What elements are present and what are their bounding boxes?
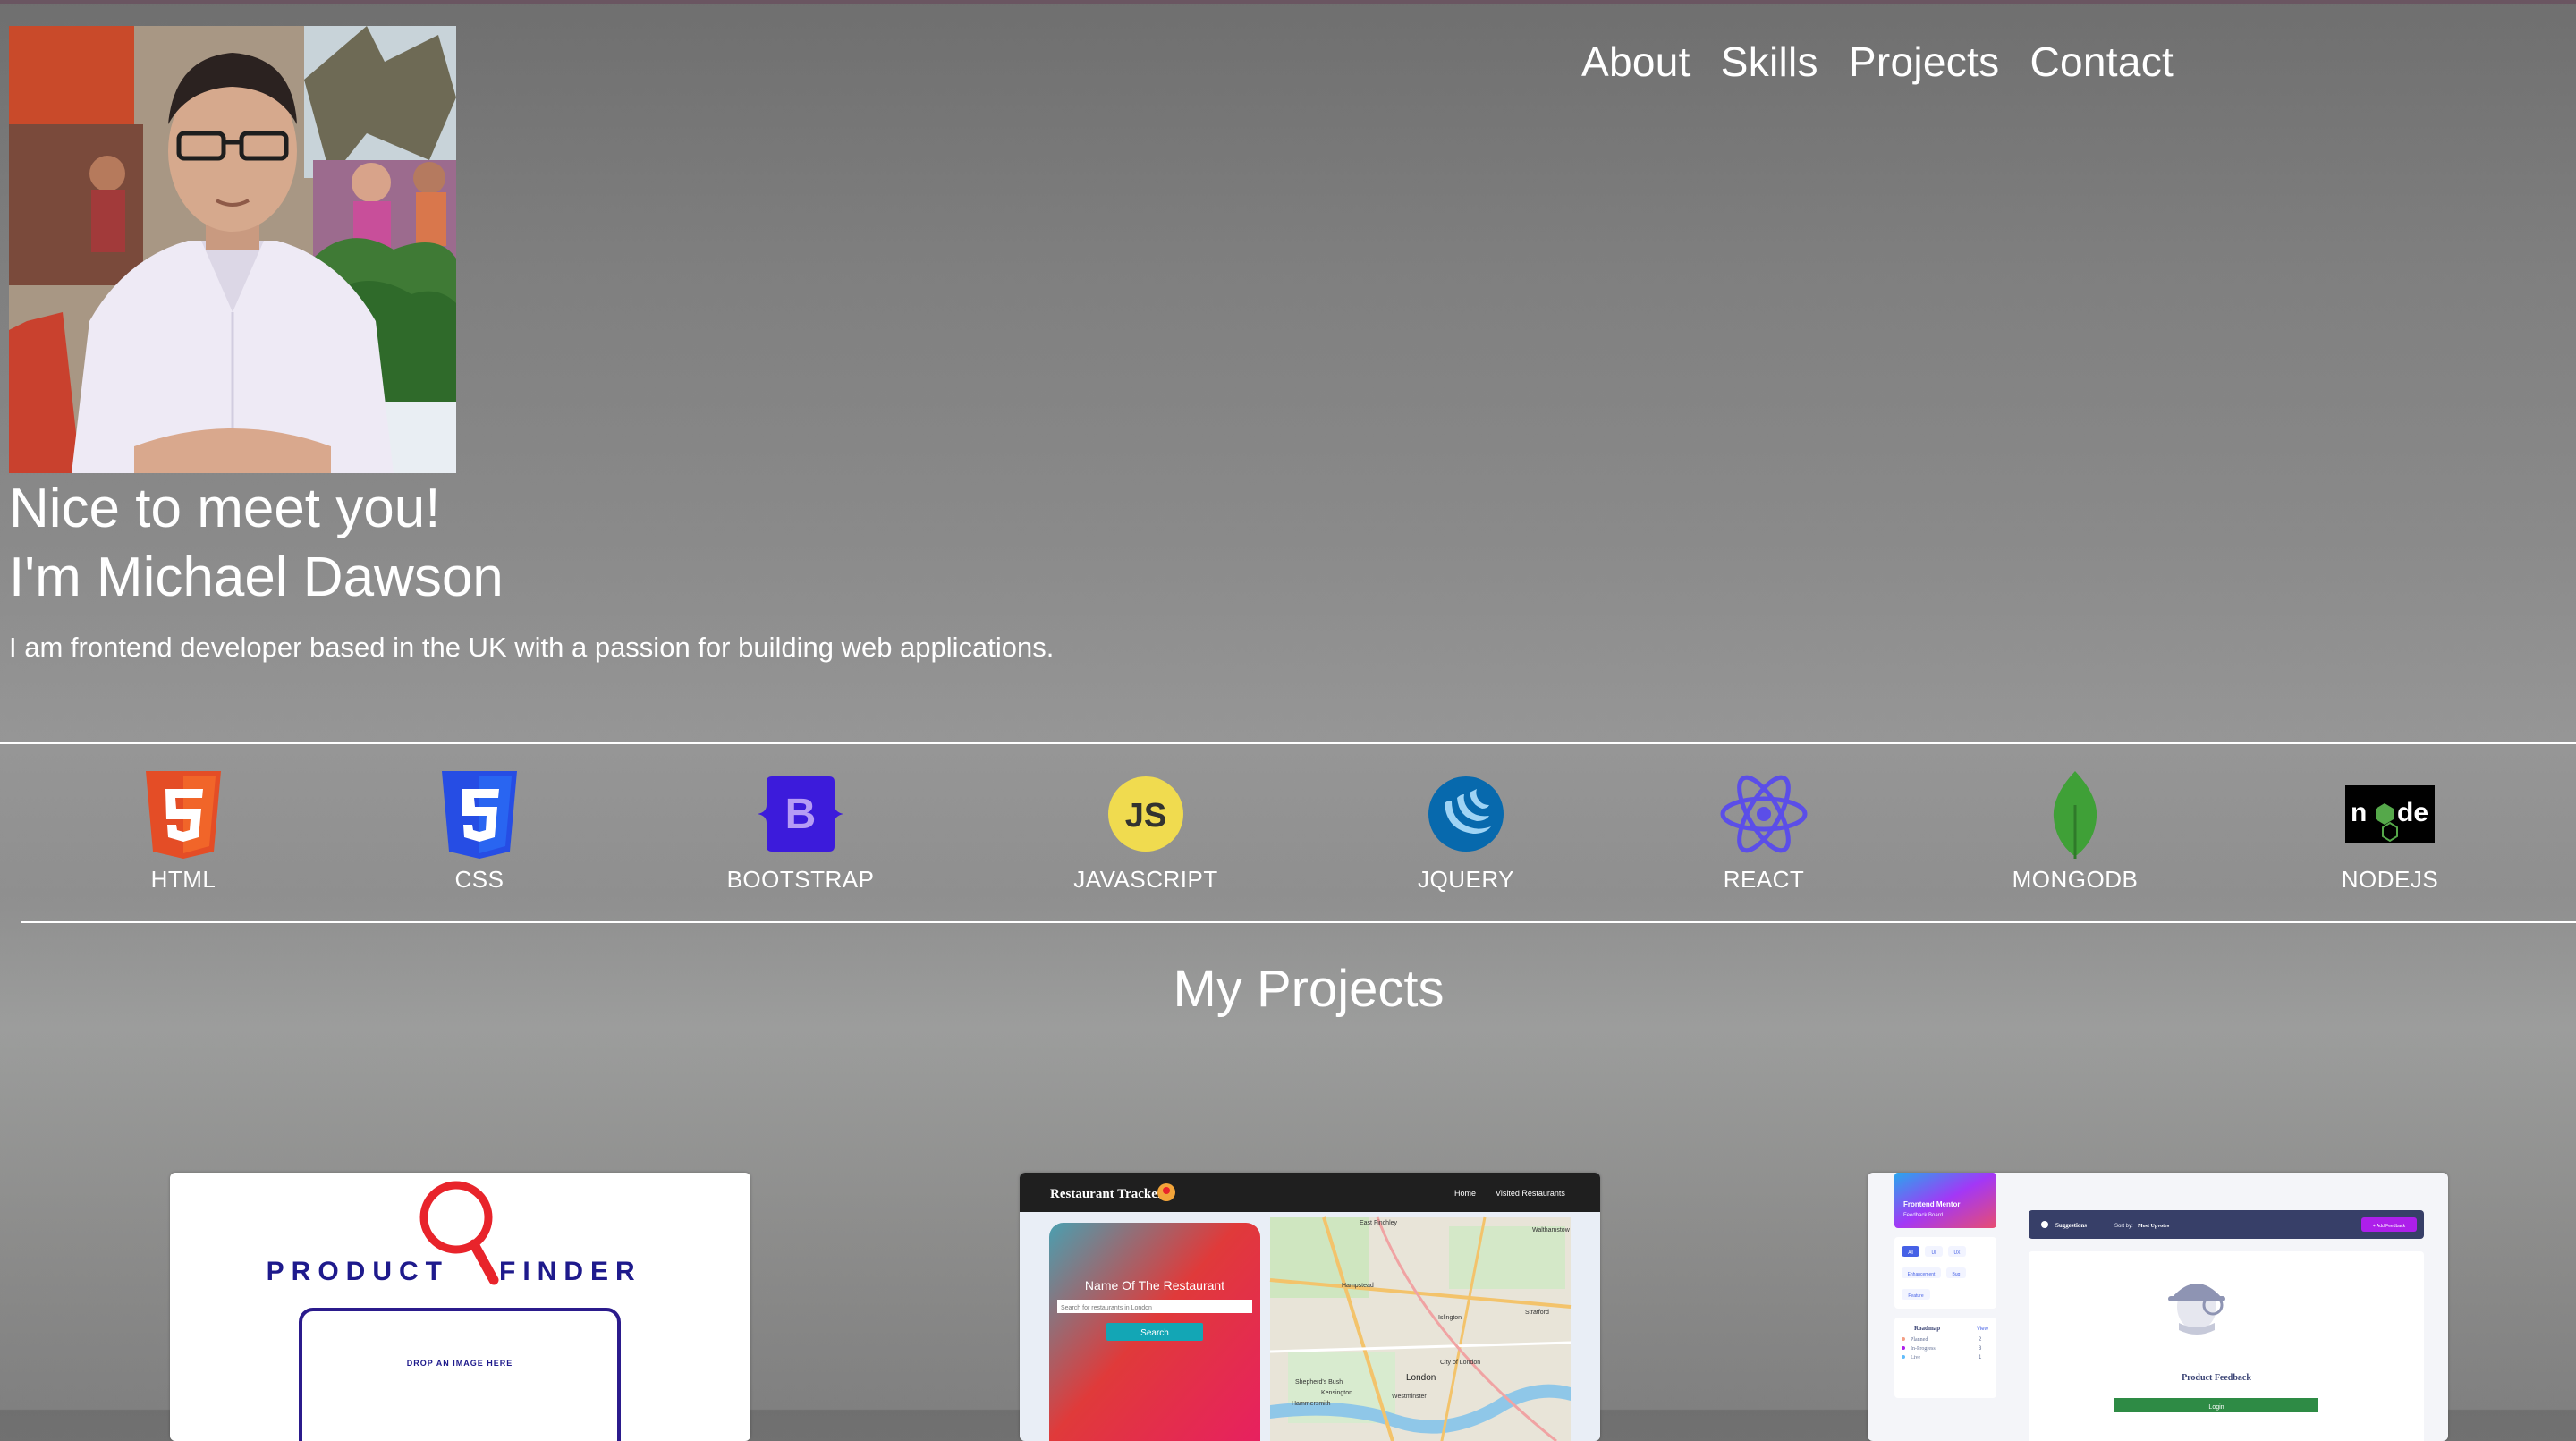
- fb-roadmap-item: Live: [1911, 1355, 1920, 1360]
- skill-label: BOOTSTRAP: [726, 866, 875, 893]
- project-card-product-finder[interactable]: PRODUCT FINDER DROP AN IMAGE HERE: [170, 1173, 750, 1441]
- fb-roadmap-title: Roadmap: [1914, 1325, 1940, 1332]
- fb-filter-label: UX: [1954, 1250, 1962, 1256]
- drop-zone-text: DROP AN IMAGE HERE: [407, 1359, 513, 1368]
- css3-icon: [442, 771, 517, 859]
- fb-suggestions-label: Suggestions: [2055, 1222, 2087, 1229]
- mongodb-icon: [2053, 771, 2097, 859]
- skill-bootstrap: B BOOTSTRAP: [693, 769, 908, 894]
- product-finder-preview: PRODUCT FINDER DROP AN IMAGE HERE: [267, 1181, 642, 1441]
- rt-nav-home: Home: [1454, 1189, 1476, 1198]
- rt-map-label: Shepherd's Bush: [1295, 1379, 1343, 1386]
- skill-nodejs: n de NODEJS: [2283, 769, 2497, 894]
- divider-bottom: [21, 921, 2576, 923]
- fb-sort-value: Most Upvotes: [2138, 1224, 2170, 1229]
- nav-projects[interactable]: Projects: [1849, 38, 2000, 86]
- hero-name: I'm Michael Dawson: [9, 547, 504, 608]
- fb-filter-label: All: [1908, 1250, 1913, 1256]
- svg-text:n: n: [2351, 798, 2367, 827]
- nav-contact[interactable]: Contact: [2029, 38, 2174, 86]
- html5-icon: [146, 771, 221, 859]
- divider-top: [0, 742, 2576, 744]
- skill-label: REACT: [1723, 866, 1805, 893]
- profile-photo-illustration: [9, 26, 456, 473]
- fb-roadmap-item: In-Progress: [1911, 1346, 1936, 1352]
- rt-map-label: Hammersmith: [1292, 1401, 1331, 1407]
- fb-filter-label: Enhancement: [1908, 1272, 1936, 1277]
- rt-card-title: Name Of The Restaurant: [1085, 1278, 1224, 1293]
- projects-title: My Projects: [1173, 960, 1445, 1018]
- skill-label: CSS: [454, 866, 504, 893]
- rt-map-label: East Finchley: [1360, 1220, 1398, 1226]
- skill-javascript: JS JAVASCRIPT: [1038, 769, 1253, 894]
- rt-map-label: Kensington: [1321, 1390, 1352, 1396]
- svg-text:de: de: [2397, 798, 2428, 827]
- rt-brand: Restaurant Tracker: [1050, 1187, 1164, 1201]
- fb-roadmap-view: View: [1977, 1327, 1989, 1332]
- fb-brand-sub: Feedback Board: [1903, 1213, 1943, 1218]
- rt-map-label: Hampstead: [1342, 1283, 1374, 1289]
- fb-empty-title: Product Feedback: [2182, 1373, 2251, 1383]
- rt-map-label: Walthamstow: [1532, 1227, 1571, 1233]
- rt-map-label: Islington: [1438, 1315, 1462, 1321]
- rt-nav-visited: Visited Restaurants: [1496, 1189, 1565, 1198]
- react-icon: [1720, 775, 1808, 853]
- rt-map-label: Stratford: [1525, 1310, 1549, 1316]
- skill-react: REACT: [1657, 769, 1871, 894]
- nav-skills[interactable]: Skills: [1721, 38, 1818, 86]
- skill-label: NODEJS: [2341, 866, 2439, 893]
- skill-label: JAVASCRIPT: [1073, 866, 1218, 893]
- rt-search-button-label: Search: [1140, 1328, 1169, 1338]
- restaurant-tracker-preview: Restaurant Tracker Home Visited Restaura…: [1020, 1173, 1600, 1441]
- jquery-icon: [1428, 776, 1504, 852]
- rt-map-label: City of London: [1440, 1360, 1480, 1366]
- fb-add-feedback-label: + Add Feedback: [2373, 1224, 2406, 1229]
- drop-zone[interactable]: [299, 1308, 621, 1441]
- svg-text:B: B: [785, 791, 817, 838]
- main-nav: About Skills Projects Contact: [1581, 38, 2174, 86]
- product-finder-logo-right: FINDER: [499, 1257, 642, 1286]
- svg-text:JS: JS: [1125, 797, 1166, 835]
- skill-mongodb: MONGODB: [1968, 769, 2182, 894]
- fb-filter-label: UI: [1932, 1250, 1936, 1256]
- skill-label: MONGODB: [2012, 866, 2139, 893]
- fb-brand-title: Frontend Mentor: [1903, 1200, 1961, 1208]
- nodejs-icon: n de: [2345, 785, 2435, 843]
- hero-description: I am frontend developer based in the UK …: [9, 631, 1055, 663]
- skill-css: CSS: [372, 769, 587, 894]
- project-card-restaurant-tracker[interactable]: Restaurant Tracker Home Visited Restaura…: [1020, 1173, 1600, 1441]
- feedback-board-preview: Frontend Mentor Feedback Board All UI UX…: [1894, 1173, 2424, 1441]
- javascript-icon: JS: [1108, 776, 1183, 852]
- fb-filter-label: Feature: [1908, 1293, 1923, 1299]
- skill-label: HTML: [150, 866, 216, 893]
- bootstrap-icon: B: [758, 776, 843, 852]
- fb-filter-label: Bug: [1953, 1272, 1961, 1277]
- fb-roadmap-item: Planned: [1911, 1337, 1928, 1343]
- rt-search-placeholder: Search for restaurants in London: [1061, 1305, 1152, 1311]
- top-border: [0, 0, 2576, 4]
- skill-jquery: JQUERY: [1359, 769, 1573, 894]
- profile-photo: [9, 26, 456, 473]
- project-card-feedback-board[interactable]: Frontend Mentor Feedback Board All UI UX…: [1868, 1173, 2448, 1441]
- rt-map-label: London: [1406, 1373, 1436, 1383]
- rt-map-label: Westminster: [1392, 1394, 1427, 1400]
- skill-html: HTML: [76, 769, 291, 894]
- fb-sort-label: Sort by:: [2114, 1224, 2133, 1229]
- nav-about[interactable]: About: [1581, 38, 1690, 86]
- rt-map[interactable]: East Finchley Walthamstow Hampstead Isli…: [1269, 1216, 1572, 1441]
- skill-label: JQUERY: [1418, 866, 1514, 893]
- hero-greeting: Nice to meet you!: [9, 478, 441, 539]
- fb-bulb-icon: [2041, 1221, 2048, 1228]
- product-finder-logo-left: PRODUCT: [267, 1257, 449, 1286]
